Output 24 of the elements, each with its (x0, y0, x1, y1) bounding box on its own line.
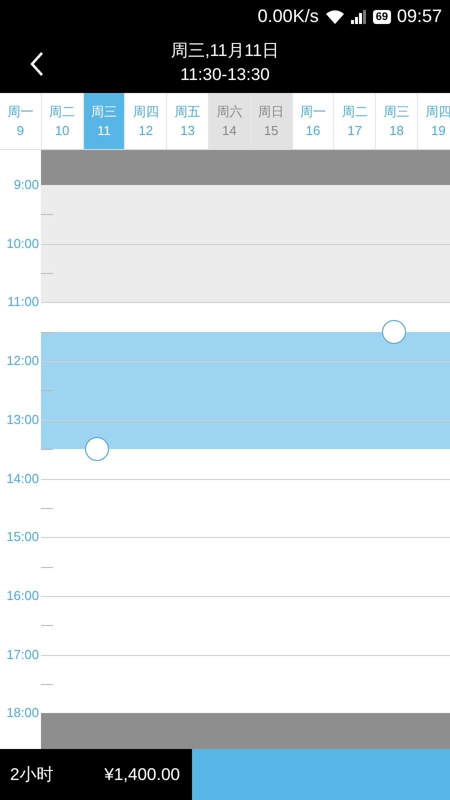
signal-icon (350, 10, 367, 24)
header-title: 周三,11月11日 (170, 40, 280, 62)
duration-text: 2小时 (10, 764, 54, 786)
battery-icon: 69 (372, 10, 391, 24)
hour-label: 9:00 (12, 177, 39, 193)
hour-label: 12:00 (5, 353, 39, 370)
drag-handle[interactable] (85, 437, 109, 462)
network-speed: 0.00K/s (258, 5, 319, 28)
hour-label: 10:00 (5, 236, 39, 252)
hour-label: 14:00 (5, 470, 39, 486)
hour-label: 13:00 (5, 412, 39, 428)
price-text: ¥1,400.00 (104, 764, 180, 786)
hour-label: 17:00 (5, 646, 39, 663)
hour-label: 18:00 (5, 705, 39, 722)
day-tab[interactable]: 周六 14 (208, 93, 251, 149)
hour-label: 16:00 (5, 588, 39, 604)
day-tab[interactable]: 周三 11 (84, 93, 126, 149)
drag-handle[interactable] (382, 320, 406, 344)
hour-label: 15:00 (5, 529, 39, 546)
hour-label: 11:00 (6, 294, 39, 310)
clock: 09:57 (396, 5, 442, 28)
time-range: 11:30-13:30 (180, 64, 270, 86)
wifi-icon (324, 8, 345, 24)
day-tab[interactable]: 周日 15 (250, 93, 293, 149)
